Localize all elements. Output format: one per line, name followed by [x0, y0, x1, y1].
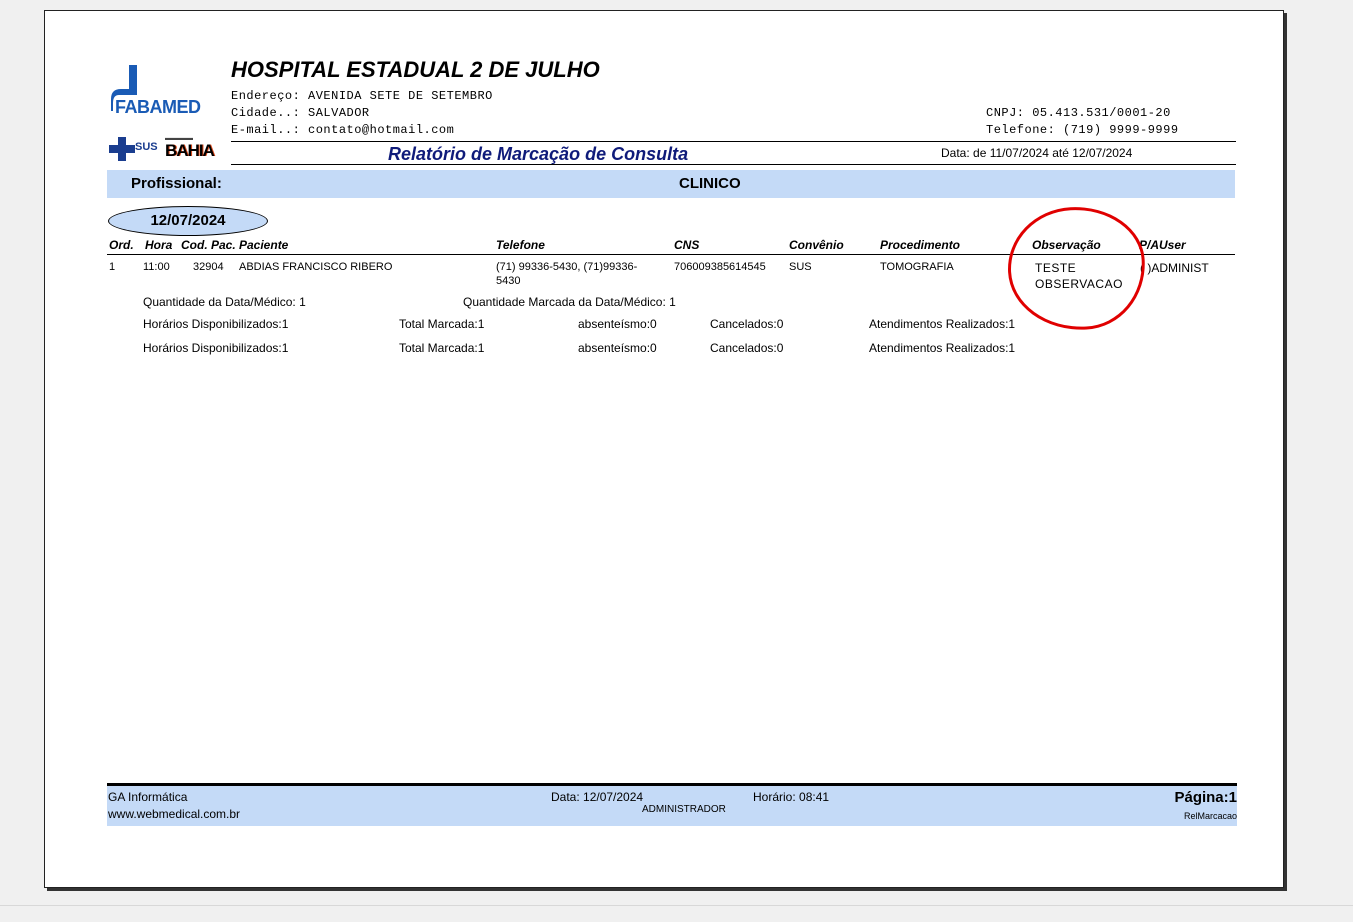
- th-pauser: P/AUser: [1139, 238, 1186, 252]
- footer-page: Página:1: [1174, 789, 1237, 806]
- th-cod: Cod. Pac.: [181, 238, 236, 252]
- th-convenio: Convênio: [789, 238, 844, 252]
- professional-band: [107, 170, 1235, 198]
- th-cns: CNS: [674, 238, 700, 252]
- cell-cod: 32904: [193, 261, 224, 273]
- cnpj-line: CNPJ: 05.413.531/0001-20: [986, 106, 1171, 120]
- footer-site: www.webmedical.com.br: [108, 807, 241, 821]
- annotation-circle: [1004, 203, 1149, 334]
- fabamed-logo: FABAMED: [105, 63, 225, 133]
- cross-icon: [109, 137, 135, 161]
- cell-procedimento: TOMOGRAFIA: [880, 261, 954, 273]
- footer-user: ADMINISTRADOR: [642, 804, 726, 815]
- canc-2: Cancelados:0: [710, 341, 784, 355]
- th-ord: Ord.: [109, 238, 134, 252]
- cell-telefone-1: (71) 99336-5430, (71)99336-: [496, 261, 638, 273]
- th-telefone: Telefone: [496, 238, 545, 252]
- footer-time: Horário: 08:41: [753, 790, 830, 804]
- footer-company: GA Informática: [108, 790, 188, 804]
- cell-pauser: ( )ADMINIST: [1140, 261, 1209, 275]
- professional-label: Profissional:: [131, 175, 222, 192]
- horarios-1: Horários Disponibilizados:1: [143, 317, 289, 331]
- cell-hora: 11:00: [143, 261, 170, 273]
- professional-value: CLINICO: [679, 175, 741, 192]
- total-2: Total Marcada:1: [399, 341, 485, 355]
- qtd-data: Quantidade da Data/Médico: 1: [143, 295, 306, 309]
- canc-1: Cancelados:0: [710, 317, 784, 331]
- abs-1: absenteísmo:0: [578, 317, 657, 331]
- total-1: Total Marcada:1: [399, 317, 485, 331]
- horarios-2: Horários Disponibilizados:1: [143, 341, 289, 355]
- cell-cns: 706009385614545: [674, 261, 766, 273]
- cell-paciente: ABDIAS FRANCISCO RIBERO: [239, 261, 393, 273]
- phone-line: Telefone: (719) 9999-9999: [986, 123, 1179, 137]
- cell-ord: 1: [109, 261, 116, 273]
- address-line: Endereço: AVENIDA SETE DE SETEMBRO: [231, 89, 493, 103]
- status-bar: [0, 905, 1353, 922]
- cell-telefone-2: 5430: [496, 275, 521, 287]
- atend-2: Atendimentos Realizados:1: [869, 341, 1016, 355]
- footer-report-id: RelMarcacao: [1183, 811, 1237, 821]
- bahia-text: BAHIA: [165, 141, 215, 160]
- email-line: E-mail..: contato@hotmail.com: [231, 123, 455, 137]
- sus-text: SUS: [135, 141, 158, 153]
- period-range: Data: de 11/07/2024 até 12/07/2024: [941, 146, 1133, 160]
- hospital-name: HOSPITAL ESTADUAL 2 DE JULHO: [231, 57, 600, 82]
- atend-1: Atendimentos Realizados:1: [869, 317, 1016, 331]
- th-procedimento: Procedimento: [880, 238, 961, 252]
- footer-date: Data: 12/07/2024: [551, 790, 644, 804]
- city-line: Cidade..: SALVADOR: [231, 106, 370, 120]
- fabamed-logo-text: FABAMED: [115, 97, 201, 117]
- report-page: FABAMED SUS ▬▬▬▬ BAHIA HOSPITAL ESTADUAL…: [44, 10, 1284, 888]
- sus-bahia-logo: SUS ▬▬▬▬ BAHIA: [109, 135, 229, 163]
- th-paciente: Paciente: [239, 238, 289, 252]
- abs-2: absenteísmo:0: [578, 341, 657, 355]
- qtd-marcada: Quantidade Marcada da Data/Médico: 1: [463, 295, 676, 309]
- cell-convenio: SUS: [789, 261, 812, 273]
- report-title: Relatório de Marcação de Consulta: [388, 144, 689, 164]
- date-group-badge: 12/07/2024: [108, 206, 268, 236]
- th-hora: Hora: [145, 238, 173, 252]
